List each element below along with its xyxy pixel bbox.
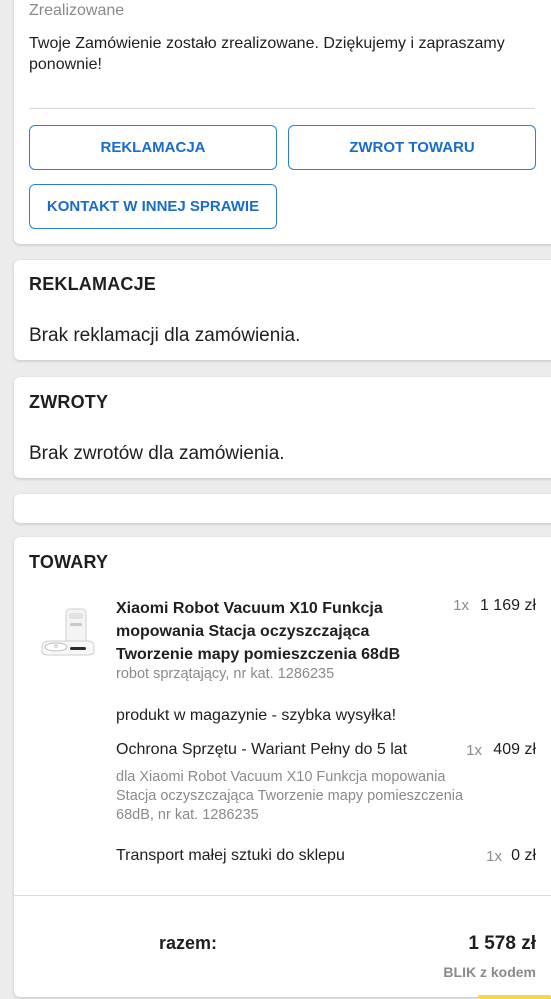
contact-other-matter-button[interactable]: KONTAKT W INNEJ SPRAWIE: [29, 184, 277, 229]
return-goods-button[interactable]: ZWROT TOWARU: [288, 125, 536, 170]
order-status-message: Twoje Zamówienie zostało zrealizowane. D…: [29, 35, 505, 73]
addon-protection-detail: dla Xiaomi Robot Vacuum X10 Funkcja mopo…: [116, 769, 464, 823]
complaints-card: REKLAMACJE Brak reklamacji dla zamówieni…: [14, 260, 551, 360]
returns-card: ZWROTY Brak zwrotów dla zamówienia.: [14, 377, 551, 478]
robot-vacuum-image[interactable]: [36, 603, 98, 665]
product-subtitle: robot sprzątający, nr kat. 1286235: [116, 666, 335, 682]
products-title: TOWARY: [29, 552, 109, 572]
addon-protection-quantity: 1x: [466, 742, 482, 759]
floating-action-edge[interactable]: [478, 995, 551, 999]
order-status-label: Zrealizowane: [29, 2, 125, 19]
addon-transport-price: 0 zł: [511, 847, 536, 864]
payment-method: BLIK z kodem: [443, 964, 536, 980]
product-name[interactable]: Xiaomi Robot Vacuum X10 Funkcja mopowani…: [116, 597, 436, 666]
total-label: razem:: [159, 933, 218, 953]
addon-protection-name: Ochrona Sprzętu - Wariant Pełny do 5 lat: [116, 741, 408, 758]
product-availability: produkt w magazynie - szybka wysyłka!: [116, 707, 397, 724]
addon-transport-name: Transport małej sztuki do sklepu: [116, 847, 345, 864]
divider: [14, 895, 551, 896]
complaints-empty-text: Brak reklamacji dla zamówienia.: [29, 325, 301, 346]
complaints-title: REKLAMACJE: [29, 274, 157, 294]
complaint-button[interactable]: REKLAMACJA: [29, 125, 277, 170]
product-quantity: 1x: [453, 597, 469, 614]
product-price: 1 169 zł: [479, 597, 536, 614]
divider: [29, 108, 535, 109]
addon-transport-quantity: 1x: [486, 848, 502, 865]
addon-protection-price: 409 zł: [493, 741, 536, 758]
returns-empty-text: Brak zwrotów dla zamówienia.: [29, 443, 285, 464]
order-status-card: Zrealizowane Twoje Zamówienie zostało zr…: [14, 0, 551, 244]
total-value: 1 578 zł: [468, 933, 536, 954]
products-card: TOWARY Xiaomi Robot Vacuum X10 Funkcja m…: [14, 537, 551, 997]
returns-title: ZWROTY: [29, 392, 109, 412]
empty-card: [14, 494, 551, 523]
